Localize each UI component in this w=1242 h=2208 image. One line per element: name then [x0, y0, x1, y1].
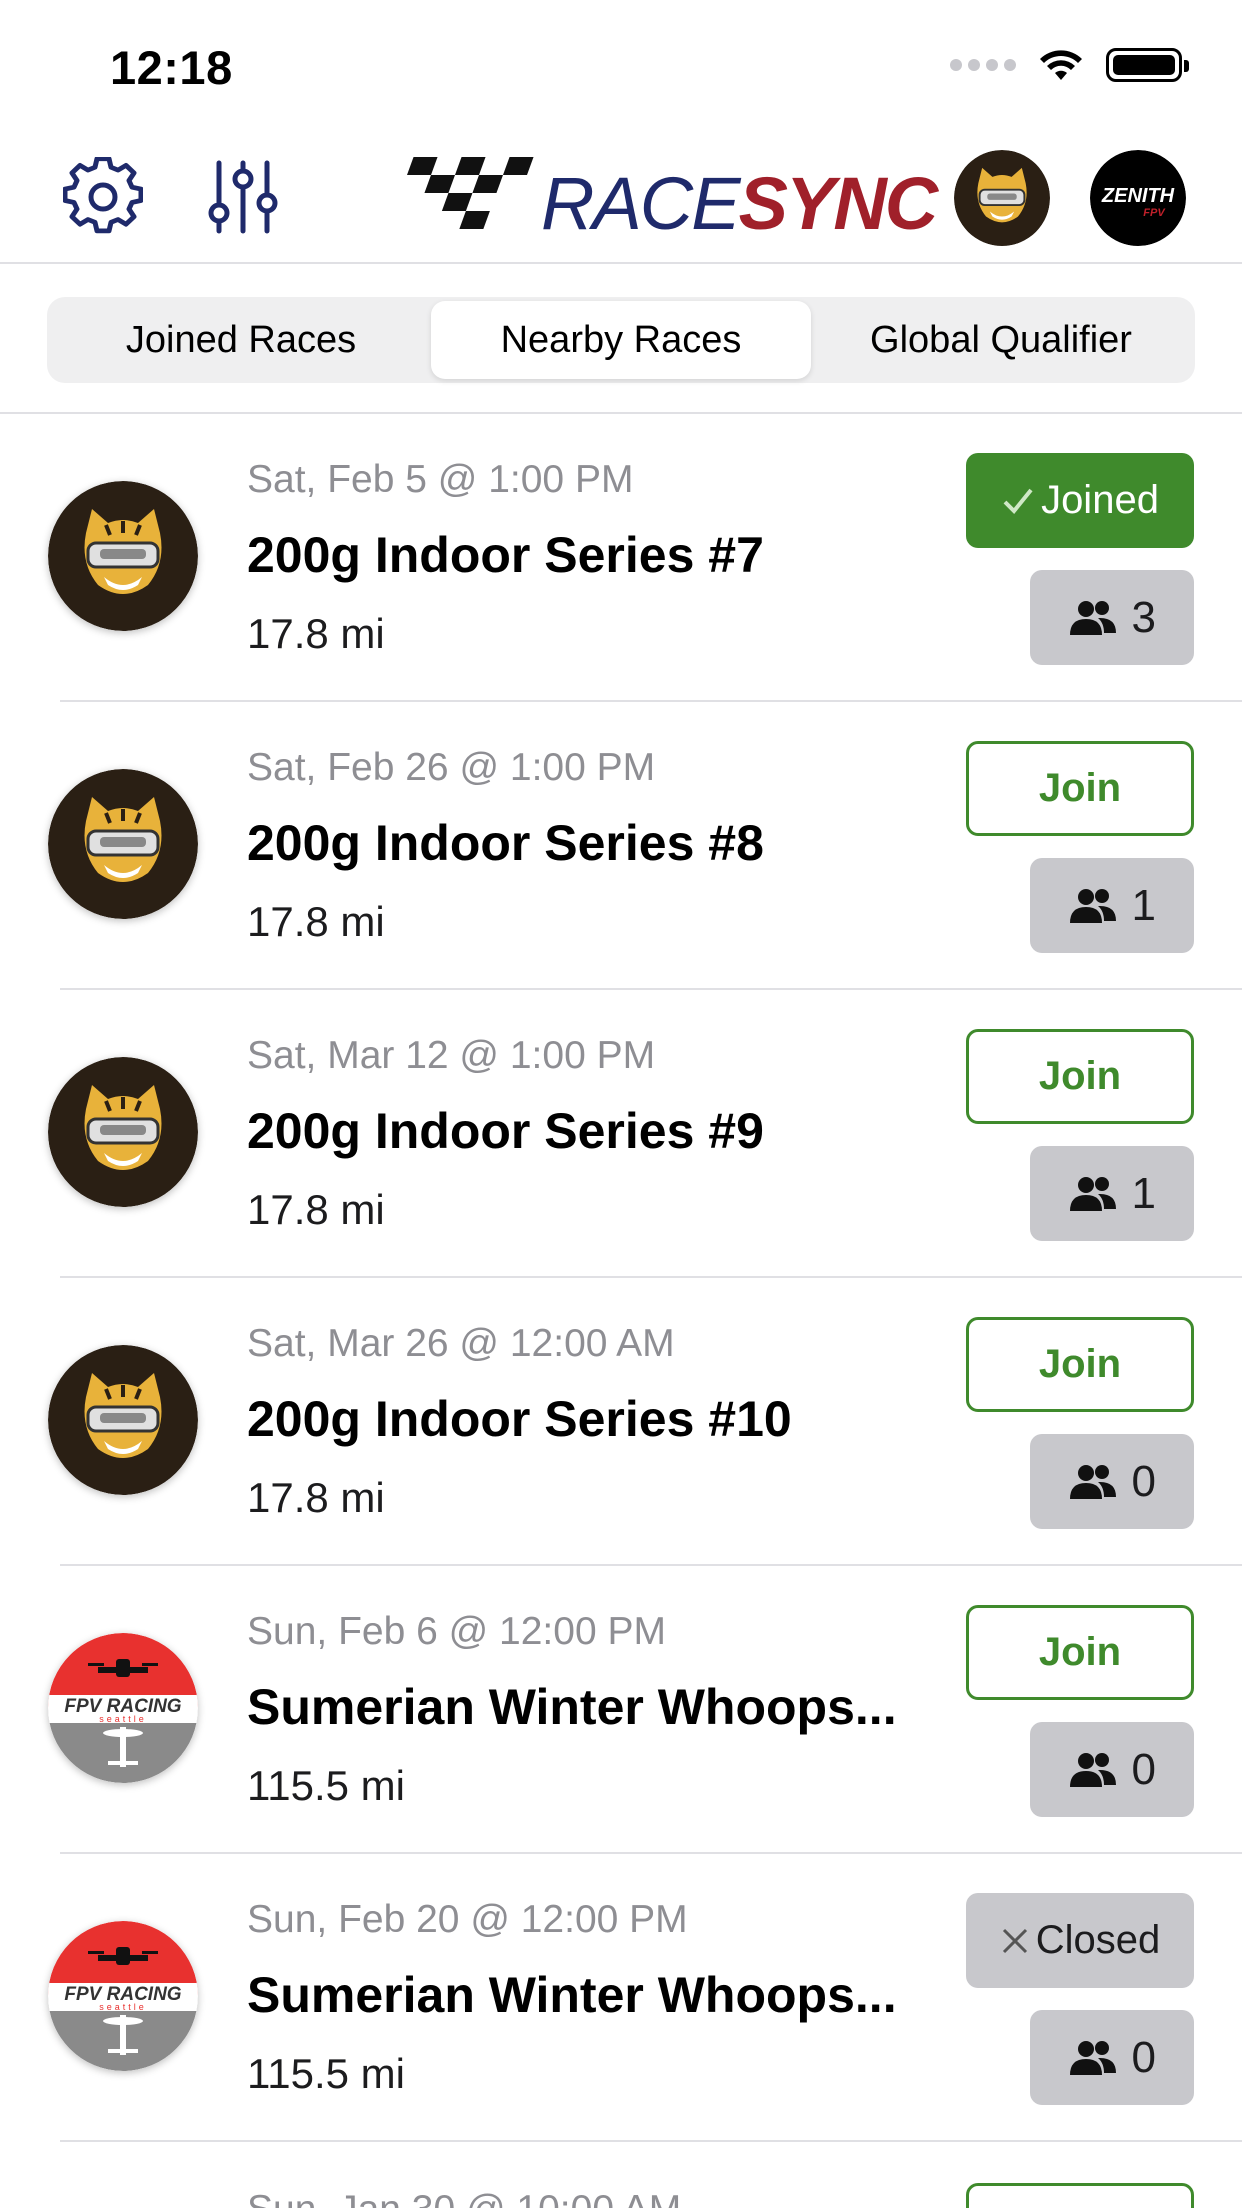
- race-row[interactable]: Sat, Feb 26 @ 1:00 PM 200g Indoor Series …: [0, 702, 1242, 990]
- people-icon: [1069, 1176, 1116, 1211]
- race-filter-tabs: Joined Races Nearby Races Global Qualifi…: [47, 297, 1195, 383]
- participants-count-badge[interactable]: 0: [1029, 2010, 1194, 2105]
- user-avatar-button[interactable]: ZENITH FPV: [1090, 150, 1186, 246]
- action-label: Join: [1038, 1342, 1122, 1386]
- chapter-avatar-button[interactable]: [954, 150, 1050, 246]
- participants-count: 3: [1131, 592, 1156, 642]
- race-distance: 115.5 mi: [247, 2050, 405, 2097]
- chapter-avatar: [48, 769, 198, 919]
- race-row[interactable]: Sat, Mar 26 @ 12:00 AM 200g Indoor Series…: [0, 1278, 1242, 1566]
- people-icon: [1069, 1464, 1116, 1499]
- close-icon: [1002, 1928, 1027, 1953]
- gear-icon: [63, 157, 143, 234]
- join-button[interactable]: Join: [966, 1317, 1194, 1412]
- list-item-partial[interactable]: Sun, Jan 30 @ 10:00 AM: [0, 2144, 1242, 2208]
- race-title: 200g Indoor Series #10: [247, 1391, 792, 1447]
- chapter-avatar: [48, 1345, 198, 1495]
- race-date: Sun, Feb 20 @ 12:00 PM: [247, 1898, 688, 1941]
- nav-bar: RACESYNC ZENITH FPV: [0, 130, 1242, 264]
- svg-text:seattle: seattle: [99, 1714, 147, 1724]
- people-icon: [1069, 888, 1116, 923]
- filter-button[interactable]: [198, 152, 288, 242]
- participants-count: 0: [1131, 2032, 1156, 2082]
- action-label: Closed: [1035, 1918, 1161, 1962]
- race-row[interactable]: FPV RACING seattle Sun, Feb 6 @ 12:00 PM…: [0, 1566, 1242, 1854]
- status-time: 12:18: [110, 41, 233, 94]
- participants-count-badge[interactable]: 1: [1029, 858, 1194, 953]
- join-button[interactable]: Join: [966, 1029, 1194, 1124]
- checkmark-icon: [1003, 488, 1033, 514]
- tab-nearby-races[interactable]: Nearby Races: [431, 301, 811, 379]
- race-date: Sat, Mar 12 @ 1:00 PM: [247, 1034, 656, 1077]
- join-button[interactable]: [966, 2183, 1194, 2208]
- chapter-avatar: FPV RACING seattle: [48, 1633, 198, 1783]
- participants-count: 1: [1131, 880, 1156, 930]
- zenith-avatar-icon: ZENITH FPV: [1090, 150, 1186, 246]
- race-title: 200g Indoor Series #7: [247, 527, 764, 583]
- race-row[interactable]: Sat, Feb 5 @ 1:00 PM 200g Indoor Series #…: [0, 414, 1242, 702]
- participants-count: 0: [1131, 1456, 1156, 1506]
- settings-button[interactable]: [58, 152, 148, 242]
- racesync-logo: RACESYNC: [385, 142, 939, 254]
- chapter-avatar: [48, 1057, 198, 1207]
- status-bar: 12:18: [0, 0, 1242, 130]
- race-date: Sat, Feb 5 @ 1:00 PM: [247, 458, 634, 501]
- wifi-icon: [1040, 50, 1082, 80]
- race-row[interactable]: FPV RACING seattle Sun, Feb 20 @ 12:00 P…: [0, 1854, 1242, 2142]
- people-icon: [1069, 1752, 1116, 1787]
- race-distance: 115.5 mi: [247, 1762, 405, 1809]
- participants-count-badge[interactable]: 3: [1029, 570, 1194, 665]
- svg-text:ZENITH: ZENITH: [1101, 185, 1175, 207]
- tiger-chapter-icon: [48, 769, 198, 919]
- sliders-icon: [208, 160, 278, 234]
- race-date: Sun, Jan 30 @ 10:00 AM: [247, 2188, 681, 2208]
- action-label: Joined: [1041, 478, 1159, 522]
- participants-count-badge[interactable]: 1: [1029, 1146, 1194, 1241]
- action-label: Join: [1038, 766, 1122, 810]
- race-distance: 17.8 mi: [247, 1474, 385, 1521]
- logo-race-text: RACE: [541, 161, 741, 245]
- race-title: Sumerian Winter Whoops...: [247, 1679, 897, 1735]
- join-button[interactable]: Join: [966, 741, 1194, 836]
- tiger-avatar-icon: [954, 150, 1050, 246]
- tiger-chapter-icon: [48, 481, 198, 631]
- tab-joined-races[interactable]: Joined Races: [51, 301, 431, 379]
- participants-count: 1: [1131, 1168, 1156, 1218]
- tab-global-qualifier[interactable]: Global Qualifier: [811, 301, 1191, 379]
- race-distance: 17.8 mi: [247, 1186, 385, 1233]
- cellular-signal-icon: [950, 59, 1016, 71]
- people-icon: [1069, 600, 1116, 635]
- race-distance: 17.8 mi: [247, 610, 385, 657]
- participants-count-badge[interactable]: 0: [1029, 1434, 1194, 1529]
- race-distance: 17.8 mi: [247, 898, 385, 945]
- race-date: Sat, Mar 26 @ 12:00 AM: [247, 1322, 675, 1365]
- race-date: Sat, Feb 26 @ 1:00 PM: [247, 746, 656, 789]
- chapter-avatar: FPV RACING seattle: [48, 1921, 198, 2071]
- svg-text:seattle: seattle: [99, 2002, 147, 2012]
- fpv-racing-chapter-icon: FPV RACING seattle: [48, 1921, 198, 2071]
- tiger-chapter-icon: [48, 1345, 198, 1495]
- svg-text:FPV: FPV: [1143, 207, 1166, 219]
- people-icon: [1069, 2040, 1116, 2075]
- tiger-chapter-icon: [48, 1057, 198, 1207]
- participants-count-badge[interactable]: 0: [1029, 1722, 1194, 1817]
- battery-icon: [1106, 48, 1189, 82]
- joined-button[interactable]: Joined: [966, 453, 1194, 548]
- action-label: Join: [1038, 1054, 1122, 1098]
- race-list[interactable]: Sat, Feb 5 @ 1:00 PM 200g Indoor Series #…: [0, 414, 1242, 2142]
- checkered-flag-icon: [406, 157, 534, 229]
- join-button[interactable]: Join: [966, 1605, 1194, 1700]
- action-label: Join: [1038, 1630, 1122, 1674]
- race-row[interactable]: Sat, Mar 12 @ 1:00 PM 200g Indoor Series …: [0, 990, 1242, 1278]
- race-title: 200g Indoor Series #8: [247, 815, 764, 871]
- race-title: Sumerian Winter Whoops...: [247, 1967, 897, 2023]
- chapter-avatar: [48, 481, 198, 631]
- status-icons: [950, 48, 1189, 82]
- logo-sync-text: SYNC: [738, 161, 939, 245]
- participants-count: 0: [1131, 1744, 1156, 1794]
- fpv-racing-chapter-icon: FPV RACING seattle: [48, 1633, 198, 1783]
- race-title: 200g Indoor Series #9: [247, 1103, 764, 1159]
- closed-button[interactable]: Closed: [966, 1893, 1194, 1988]
- race-date: Sun, Feb 6 @ 12:00 PM: [247, 1610, 666, 1653]
